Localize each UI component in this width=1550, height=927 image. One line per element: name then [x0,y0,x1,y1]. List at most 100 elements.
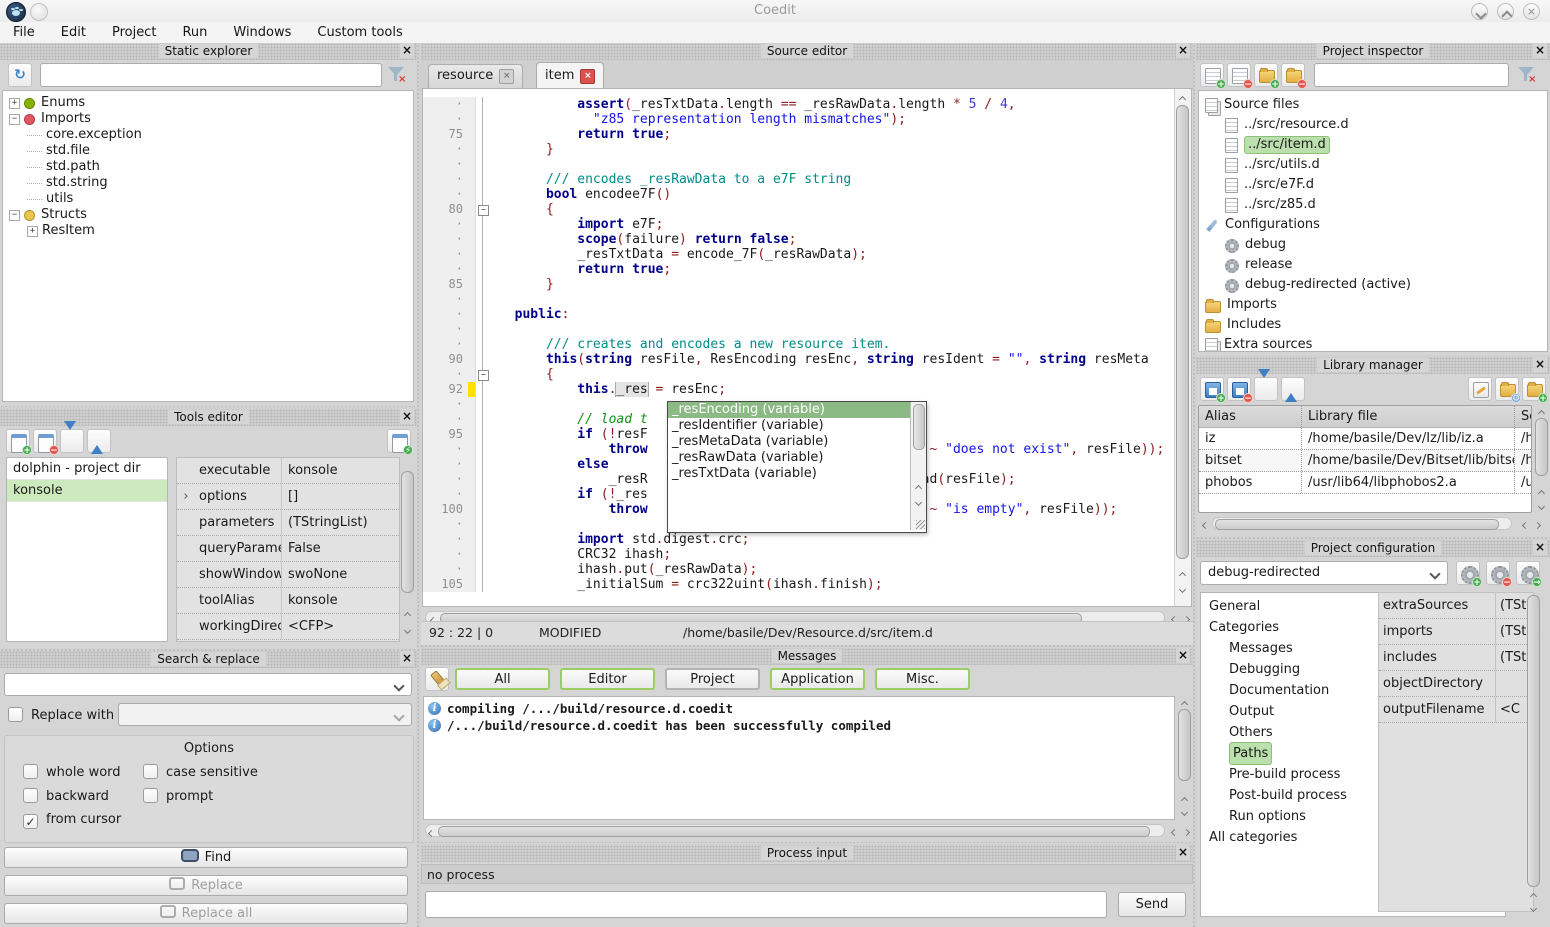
scroll-up-arrow[interactable] [1534,485,1548,497]
menu-item-windows[interactable]: Windows [220,22,304,43]
code-line[interactable]: · bool encodee7F() [423,187,1175,202]
move-tool-up-button[interactable] [87,429,111,453]
configuration-scrollbar[interactable] [1526,592,1540,912]
filter-button[interactable]: × [1518,67,1536,85]
tree-expander-icon[interactable]: − [9,114,20,125]
tab-resource[interactable]: resource× [428,64,523,89]
tool-list-item[interactable]: konsole [7,480,167,502]
option-checkbox-whole-word[interactable]: whole word [23,764,121,780]
scroll-left-arrow[interactable] [424,825,438,837]
scroll-down-arrow[interactable] [1534,498,1548,510]
tab-close-icon[interactable]: × [499,69,514,84]
code-text[interactable]: return true; [489,262,1175,277]
property-value[interactable]: swoNone [282,562,399,587]
scroll-up-arrow[interactable] [1534,405,1548,417]
close-panel-icon[interactable]: × [400,651,414,666]
maximize-button[interactable] [1497,3,1514,20]
property-value[interactable]: [] [282,484,399,509]
library-row[interactable]: bitset/home/basile/Dev/Bitset/lib/bitse/… [1199,450,1531,472]
tool-list-item[interactable]: dolphin - project dir [7,458,167,480]
code-line[interactable]: · [423,157,1175,172]
process-input-field[interactable] [425,891,1107,918]
messages-vertical-scrollbar[interactable] [1177,696,1191,820]
code-line[interactable]: · CRC32 ihash; [423,547,1175,562]
library-vertical-scrollbar[interactable] [1534,405,1548,513]
remove-folder-button[interactable]: − [1281,63,1305,87]
clear-messages-button[interactable] [425,667,449,691]
code-text[interactable]: "z85 representation length mismatches"); [489,112,1175,127]
remove-library-button[interactable]: − [1227,377,1251,401]
property-expander[interactable]: › [177,484,195,509]
code-text[interactable]: this._res = resEnc; [489,382,1175,397]
close-panel-icon[interactable]: × [1533,540,1547,555]
library-row[interactable]: phobos/usr/lib64/libphobos2.a/us [1199,472,1531,494]
code-text[interactable]: { [489,202,1175,217]
property-row[interactable]: queryParametersFalse [177,536,399,562]
menu-item-file[interactable]: File [0,22,48,43]
close-panel-icon[interactable]: × [400,43,414,58]
project-tree-item[interactable]: ../src/e7F.d [1205,175,1547,195]
code-text[interactable]: import e7F; [489,217,1175,232]
project-tree-item[interactable]: debug-redirected (active) [1205,275,1547,295]
project-tree-item[interactable]: ../src/resource.d [1205,115,1547,135]
property-value[interactable]: False [282,536,399,561]
fold-collapse-icon[interactable]: − [478,370,489,381]
option-checkbox-from-cursor[interactable]: ✓from cursor [23,812,121,829]
scroll-up-arrow[interactable] [1175,567,1189,579]
add-library-button[interactable]: + [1200,377,1224,401]
tree-item[interactable]: std.path [9,159,413,175]
code-line[interactable]: 85 } [423,277,1175,292]
config-property-row[interactable]: includes(TStringList) [1379,645,1533,671]
tree-item[interactable]: −Imports [9,111,413,127]
completion-scrollbar[interactable] [910,402,926,530]
message-row[interactable]: i/.../build/resource.d.coedit has been s… [424,717,1174,734]
project-tree-item[interactable]: ../src/item.d [1205,135,1547,155]
configuration-selector[interactable]: debug-redirected [1200,561,1448,585]
option-checkbox-case-sensitive[interactable]: case sensitive [143,764,258,780]
minimize-button[interactable] [1471,3,1488,20]
code-text[interactable]: public: [489,307,1175,322]
project-tree-item[interactable]: ../src/utils.d [1205,155,1547,175]
scroll-down-arrow[interactable] [400,622,414,634]
option-checkbox-backward[interactable]: backward [23,788,109,804]
filter-button-All[interactable]: All [455,668,550,690]
scroll-left-arrow[interactable] [1198,517,1212,529]
code-line[interactable]: · /// creates and encodes a new resource… [423,337,1175,352]
editor-vertical-scrollbar[interactable] [1174,89,1191,607]
add-library-folder-button[interactable]: + [1522,377,1546,401]
resize-grip[interactable] [916,520,925,529]
replace-button[interactable]: Replace [4,875,408,896]
add-configuration-button[interactable]: + [1456,561,1480,585]
config-property-row[interactable]: outputFilename<C [1379,697,1533,723]
property-row[interactable]: toolAliaskonsole [177,588,399,614]
tree-item[interactable]: +Enums [9,95,413,111]
messages-horizontal-scrollbar[interactable] [425,824,1165,837]
code-text[interactable]: { [489,367,1175,382]
code-line[interactable]: · return true; [423,262,1175,277]
menu-item-run[interactable]: Run [169,22,220,43]
scroll-right-arrow[interactable] [1179,824,1193,836]
property-row[interactable]: workingDirectory<CFP> [177,614,399,640]
column-header-alias[interactable]: Alias [1199,406,1302,427]
remove-configuration-button[interactable]: − [1486,561,1510,585]
tree-expander-icon[interactable]: − [9,210,20,221]
code-line[interactable]: · assert(_resTxtData.length == _resRawDa… [423,97,1175,112]
code-text[interactable]: _resTxtData = encode_7F(_resRawData); [489,247,1175,262]
close-panel-icon[interactable]: × [400,409,414,424]
menu-item-custom-tools[interactable]: Custom tools [304,22,415,43]
filter-button-Editor[interactable]: Editor [560,668,655,690]
close-panel-icon[interactable]: × [1533,43,1547,58]
column-header-library[interactable]: Library file [1302,406,1515,427]
scroll-up-arrow[interactable] [1177,696,1191,708]
close-panel-icon[interactable]: × [1176,648,1190,663]
code-text[interactable] [489,292,1175,307]
code-text[interactable]: } [489,277,1175,292]
tree-item[interactable]: −Structs [9,207,413,223]
symbol-search-input[interactable] [40,63,382,87]
tree-item[interactable]: std.string [9,175,413,191]
move-library-up-button[interactable] [1281,377,1305,401]
code-line[interactable]: · import std.digest.crc; [423,532,1175,547]
move-library-down-button[interactable] [1254,377,1278,401]
code-text[interactable]: this(string resFile, ResEncoding resEnc,… [489,352,1175,367]
code-text[interactable]: CRC32 ihash; [489,547,1175,562]
